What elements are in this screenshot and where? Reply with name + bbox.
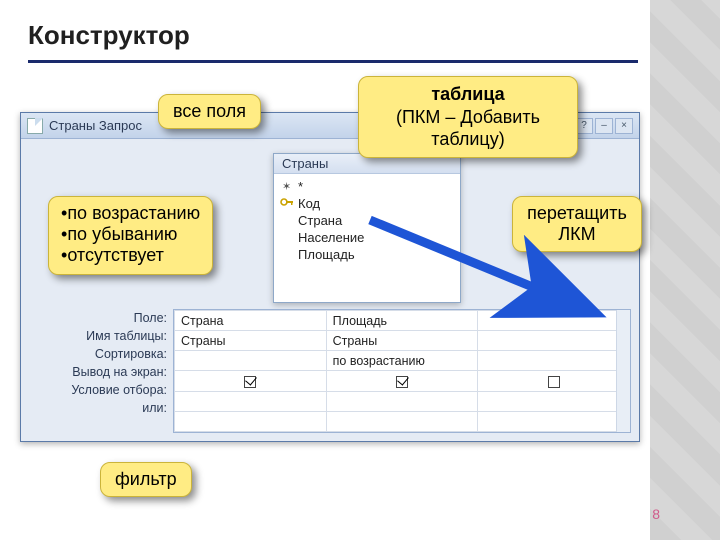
checkbox-checked-icon [244,376,256,388]
title-underline [28,60,638,63]
sort-option: •по убыванию [61,224,200,245]
cell-or[interactable] [478,411,630,431]
cell-table[interactable]: Страны [175,331,327,351]
window-close-button[interactable]: × [615,118,633,134]
callout-drag: перетащить ЛКМ [512,196,642,252]
cell-show[interactable] [175,371,327,391]
sort-option: •отсутствует [61,245,200,266]
sort-option: •по возрастанию [61,203,200,224]
checkbox-empty-icon [548,376,560,388]
field-item-all[interactable]: ✶* [298,178,450,195]
window-title: Страны Запрос [49,118,142,133]
qbe-grid[interactable]: Страна Площадь Страны Страны по возраста… [173,309,631,433]
key-icon [280,197,294,207]
label-or: или: [29,399,173,417]
callout-sort-options: •по возрастанию •по убыванию •отсутствуе… [48,196,213,275]
cell-sort[interactable] [478,351,630,371]
cell-field[interactable]: Страна [175,311,327,331]
query-designer-window: Страны Запрос ? – × Страны ✶* Код Страна… [20,112,640,442]
cell-show[interactable] [326,371,478,391]
grid-vertical-scrollbar[interactable] [616,310,630,432]
field-item[interactable]: Площадь [298,246,450,263]
callout-filter: фильтр [100,462,192,497]
cell-sort[interactable]: по возрастанию [326,351,478,371]
label-field: Поле: [29,309,173,327]
cell-criteria[interactable] [175,391,327,411]
label-sort: Сортировка: [29,345,173,363]
cell-field[interactable] [478,311,630,331]
page-title: Конструктор [28,20,190,51]
cell-table[interactable]: Страны [326,331,478,351]
callout-add-table: таблица (ПКМ – Добавить таблицу) [358,76,578,158]
label-table: Имя таблицы: [29,327,173,345]
cell-field[interactable]: Площадь [326,311,478,331]
checkbox-checked-icon [396,376,408,388]
cell-criteria[interactable] [478,391,630,411]
designer-body: Страны ✶* Код Страна Население Площадь П… [21,139,639,441]
document-icon [27,118,43,134]
asterisk-icon: ✶ [282,180,291,193]
label-criteria: Условие отбора: [29,381,173,399]
cell-show[interactable] [478,371,630,391]
window-minimize-button[interactable]: – [595,118,613,134]
cell-or[interactable] [175,411,327,431]
grid-row-labels: Поле: Имя таблицы: Сортировка: Вывод на … [29,309,173,433]
field-item[interactable]: Страна [298,212,450,229]
label-show: Вывод на экран: [29,363,173,381]
table-fieldlist[interactable]: Страны ✶* Код Страна Население Площадь [273,153,461,303]
cell-criteria[interactable] [326,391,478,411]
cell-table[interactable] [478,331,630,351]
cell-sort[interactable] [175,351,327,371]
decorative-diamond-strip [650,0,720,540]
page-number: 8 [652,506,660,522]
field-item-key[interactable]: Код [298,195,450,212]
callout-all-fields: все поля [158,94,261,129]
cell-or[interactable] [326,411,478,431]
field-item[interactable]: Население [298,229,450,246]
